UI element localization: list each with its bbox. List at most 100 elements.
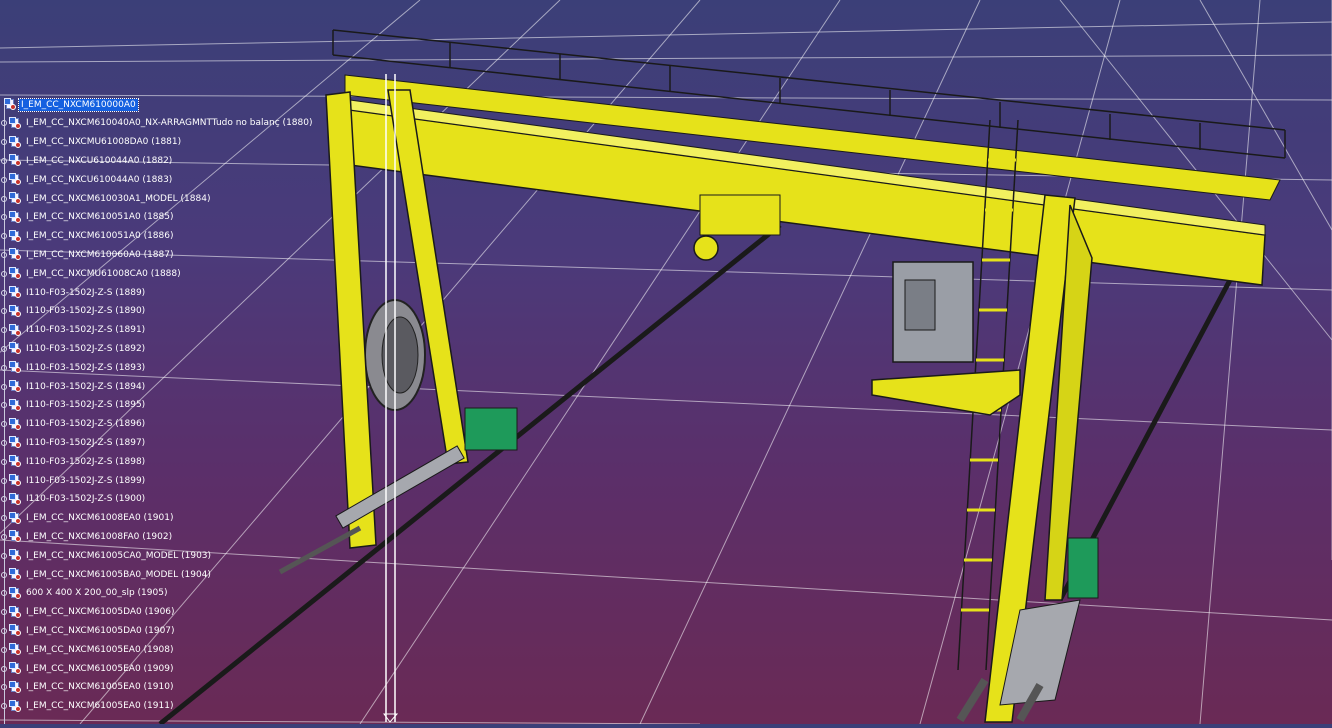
product-icon bbox=[4, 98, 17, 111]
expander-icon[interactable] bbox=[1, 270, 7, 277]
tree-item[interactable]: I_EM_CC_NXCM61005CA0_MODEL (1903) bbox=[0, 547, 213, 564]
expander-icon[interactable] bbox=[1, 609, 7, 616]
tree-item[interactable]: 600 X 400 X 200_00_slp (1905) bbox=[0, 585, 169, 602]
expander-icon[interactable] bbox=[1, 308, 7, 315]
part-icon bbox=[9, 680, 22, 694]
expander-icon[interactable] bbox=[1, 646, 7, 653]
tree-item-label: I110-F03-1502J-Z-S (1895) bbox=[26, 400, 146, 411]
expander-icon[interactable] bbox=[1, 627, 7, 634]
part-icon bbox=[9, 568, 22, 581]
expander-icon[interactable] bbox=[1, 477, 7, 484]
tree-item-label: I_EM_CC_NXCU610044A0 (1882) bbox=[26, 155, 173, 166]
tree-item[interactable]: I110-F03-1502J-Z-S (1899) bbox=[0, 472, 147, 489]
tree-item-label: I_EM_CC_NXCM61008EA0 (1901) bbox=[26, 513, 174, 524]
tree-item-label: I_EM_CC_NXCM61005CA0_MODEL (1903) bbox=[26, 550, 212, 561]
expander-icon[interactable] bbox=[1, 515, 7, 522]
expander-icon[interactable] bbox=[1, 364, 7, 371]
tree-item[interactable]: I_EM_CC_NXCM610051A0 (1885) bbox=[0, 209, 176, 226]
tree-item[interactable]: I_EM_CC_NXCM61005DA0 (1907) bbox=[0, 622, 177, 639]
part-icon bbox=[9, 605, 22, 619]
tree-item[interactable]: I110-F03-1502J-Z-S (1892) bbox=[0, 340, 147, 357]
tree-item[interactable]: I110-F03-1502J-Z-S (1898) bbox=[0, 453, 147, 470]
expander-icon[interactable] bbox=[1, 533, 7, 540]
part-icon bbox=[9, 511, 22, 525]
tree-item[interactable]: I_EM_CC_NXCM61008EA0 (1901) bbox=[0, 510, 175, 527]
tree-item[interactable]: I_EM_CC_NXCM610030A1_MODEL (1884) bbox=[0, 190, 212, 207]
expander-icon[interactable] bbox=[1, 590, 7, 597]
expander-icon[interactable] bbox=[1, 496, 7, 503]
expander-icon[interactable] bbox=[1, 176, 7, 183]
expander-icon[interactable] bbox=[1, 120, 7, 127]
expander-icon[interactable] bbox=[1, 157, 7, 164]
tree-item-label: I_EM_CC_NXCM61005EA0 (1908) bbox=[26, 644, 174, 655]
tree-item[interactable]: I_EM_CC_NXCMU61008CA0 (1888) bbox=[0, 265, 183, 282]
tree-root[interactable]: I_EM_CC_NXCM610000A0 bbox=[4, 96, 139, 113]
tree-item[interactable]: I_EM_CC_NXCM610051A0 (1886) bbox=[0, 228, 176, 245]
tree-item[interactable]: I_EM_CC_NXCMU61008DA0 (1881) bbox=[0, 134, 183, 151]
tree-item[interactable]: I_EM_CC_NXCM61005BA0_MODEL (1904) bbox=[0, 566, 213, 583]
specification-tree[interactable]: I_EM_CC_NXCM610000A0 I_EM_CC_NXCM610040A0… bbox=[0, 96, 330, 724]
tree-item[interactable]: I110-F03-1502J-Z-S (1894) bbox=[0, 378, 147, 395]
tree-item[interactable]: I110-F03-1502J-Z-S (1889) bbox=[0, 284, 147, 301]
tree-item[interactable]: I_EM_CC_NXCM61005EA0 (1908) bbox=[0, 641, 175, 658]
expander-icon[interactable] bbox=[1, 251, 7, 258]
tree-item[interactable]: I110-F03-1502J-Z-S (1895) bbox=[0, 397, 147, 414]
tree-item[interactable]: I_EM_CC_NXCM610040A0_NX-ARRAGMNTTudo no … bbox=[0, 115, 314, 132]
tree-item-label: I_EM_CC_NXCM61005BA0_MODEL (1904) bbox=[26, 569, 211, 580]
tree-item[interactable]: I110-F03-1502J-Z-S (1891) bbox=[0, 322, 147, 339]
expander-icon[interactable] bbox=[1, 571, 7, 578]
tree-item[interactable]: I_EM_CC_NXCM61005EA0 (1909) bbox=[0, 660, 175, 677]
expander-icon[interactable] bbox=[1, 458, 7, 465]
tree-item-label: I_EM_CC_NXCM61005DA0 (1907) bbox=[26, 625, 175, 636]
part-icon bbox=[9, 304, 22, 318]
part-icon bbox=[9, 455, 22, 468]
expander-icon[interactable] bbox=[1, 345, 7, 352]
tree-item-label: I_EM_CC_NXCM610040A0_NX-ARRAGMNTTudo no … bbox=[26, 118, 313, 129]
vertical-guide[interactable] bbox=[383, 74, 399, 724]
tree-item[interactable]: I110-F03-1502J-Z-S (1897) bbox=[0, 434, 147, 451]
part-icon bbox=[9, 586, 22, 600]
tree-item[interactable]: I_EM_CC_NXCU610044A0 (1882) bbox=[0, 152, 174, 169]
expander-icon[interactable] bbox=[1, 684, 7, 691]
expander-icon[interactable] bbox=[1, 402, 7, 409]
expander-icon[interactable] bbox=[1, 327, 7, 334]
expander-icon[interactable] bbox=[1, 214, 7, 221]
expander-icon[interactable] bbox=[1, 665, 7, 672]
tree-item[interactable]: I_EM_CC_NXCM61005EA0 (1911) bbox=[0, 698, 175, 715]
tree-item[interactable]: I110-F03-1502J-Z-S (1893) bbox=[0, 359, 147, 376]
expander-icon[interactable] bbox=[1, 139, 7, 146]
expander-icon[interactable] bbox=[1, 439, 7, 446]
tree-item-label: I110-F03-1502J-Z-S (1897) bbox=[26, 437, 146, 448]
expander-icon[interactable] bbox=[1, 383, 7, 390]
tree-item-label: I110-F03-1502J-Z-S (1892) bbox=[26, 343, 146, 354]
part-icon bbox=[9, 436, 22, 449]
part-icon bbox=[9, 699, 22, 713]
expander-icon[interactable] bbox=[1, 552, 7, 559]
part-icon bbox=[9, 192, 22, 205]
expander-icon[interactable] bbox=[1, 233, 7, 240]
expander-icon[interactable] bbox=[1, 195, 7, 202]
tree-item-label: I_EM_CC_NXCM610051A0 (1885) bbox=[26, 212, 174, 223]
part-icon bbox=[9, 492, 22, 506]
part-icon bbox=[9, 417, 22, 431]
part-icon bbox=[9, 248, 22, 261]
part-icon bbox=[9, 549, 22, 562]
tree-item[interactable]: I_EM_CC_NXCM610060A0 (1887) bbox=[0, 246, 176, 263]
tree-item[interactable]: I_EM_CC_NXCU610044A0 (1883) bbox=[0, 171, 174, 188]
tree-item[interactable]: I_EM_CC_NXCM61005DA0 (1906) bbox=[0, 604, 177, 621]
expander-icon[interactable] bbox=[1, 703, 7, 710]
expander-icon[interactable] bbox=[1, 421, 7, 428]
part-icon bbox=[9, 267, 22, 280]
tree-item[interactable]: I110-F03-1502J-Z-S (1900) bbox=[0, 491, 147, 508]
tree-item-label: I_EM_CC_NXCM61005EA0 (1910) bbox=[26, 682, 174, 693]
expander-icon[interactable] bbox=[1, 289, 7, 296]
tree-item[interactable]: I_EM_CC_NXCM61005EA0 (1910) bbox=[0, 679, 175, 696]
part-icon bbox=[9, 398, 22, 412]
tree-item[interactable]: I_EM_CC_NXCM61008FA0 (1902) bbox=[0, 528, 174, 545]
bogie-right bbox=[956, 599, 1081, 723]
tree-item-label: I_EM_CC_NXCM61008FA0 (1902) bbox=[26, 531, 173, 542]
tree-item[interactable]: I110-F03-1502J-Z-S (1896) bbox=[0, 416, 147, 433]
part-icon bbox=[9, 643, 22, 656]
tree-item[interactable]: I110-F03-1502J-Z-S (1890) bbox=[0, 303, 147, 320]
part-icon bbox=[9, 323, 22, 337]
